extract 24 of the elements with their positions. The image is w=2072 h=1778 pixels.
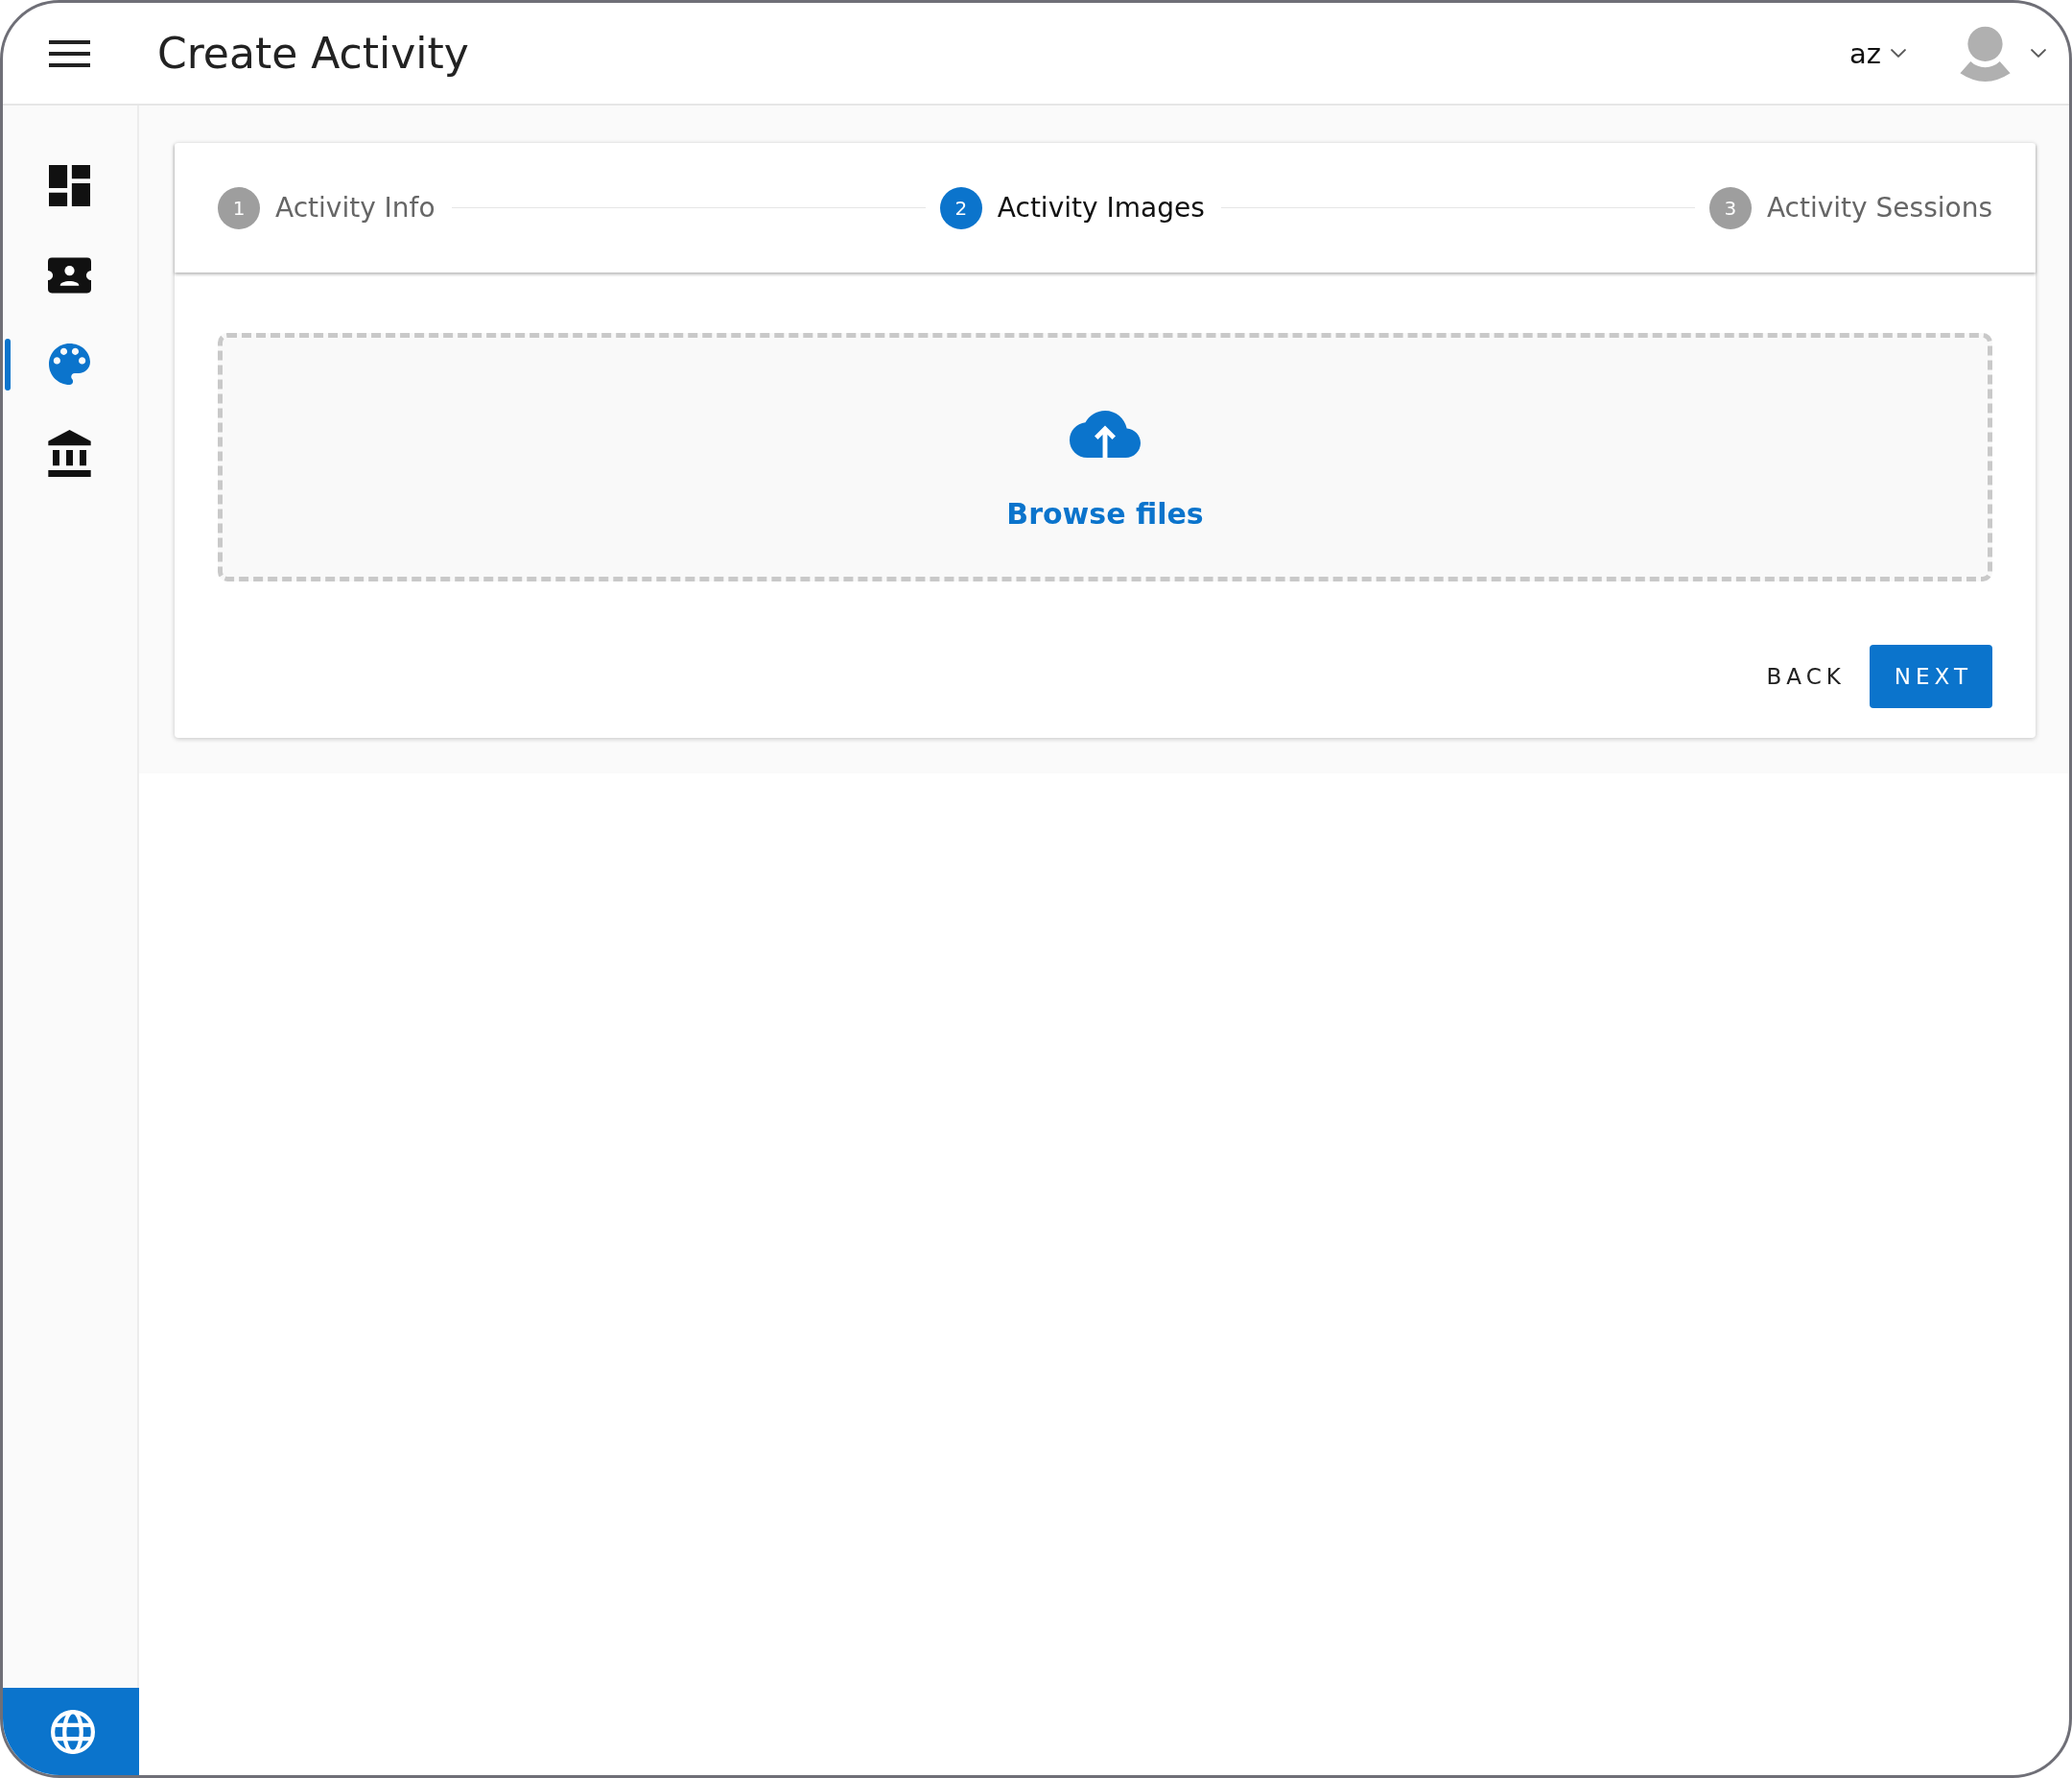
ticket-icon[interactable]	[48, 256, 91, 294]
step-number: 1	[218, 186, 260, 229]
file-drop-zone[interactable]: Browse files	[218, 333, 1992, 581]
back-button[interactable]: BACK	[1751, 645, 1856, 708]
avatar-icon	[1959, 25, 2012, 82]
page-title: Create Activity	[157, 29, 469, 78]
palette-icon[interactable]	[49, 344, 90, 385]
dashboard-icon[interactable]	[49, 165, 90, 206]
chevron-down-icon	[2031, 49, 2046, 58]
step-label: Activity Sessions	[1766, 192, 1992, 224]
globe-icon	[51, 1709, 95, 1754]
language-button[interactable]	[3, 1688, 139, 1775]
cloud-upload-icon	[1070, 411, 1141, 458]
step-label: Activity Images	[997, 192, 1205, 224]
step-number: 2	[939, 186, 982, 229]
menu-icon[interactable]	[49, 39, 90, 67]
active-indicator	[5, 338, 11, 391]
chevron-down-icon	[1891, 49, 1906, 58]
step-label: Activity Info	[275, 192, 436, 224]
bank-icon[interactable]	[48, 430, 91, 477]
language-dropdown[interactable]: az	[1849, 36, 1906, 70]
step-number: 3	[1708, 186, 1752, 229]
browse-files-link[interactable]: Browse files	[1006, 497, 1204, 532]
next-button[interactable]: NEXT	[1869, 645, 1992, 708]
